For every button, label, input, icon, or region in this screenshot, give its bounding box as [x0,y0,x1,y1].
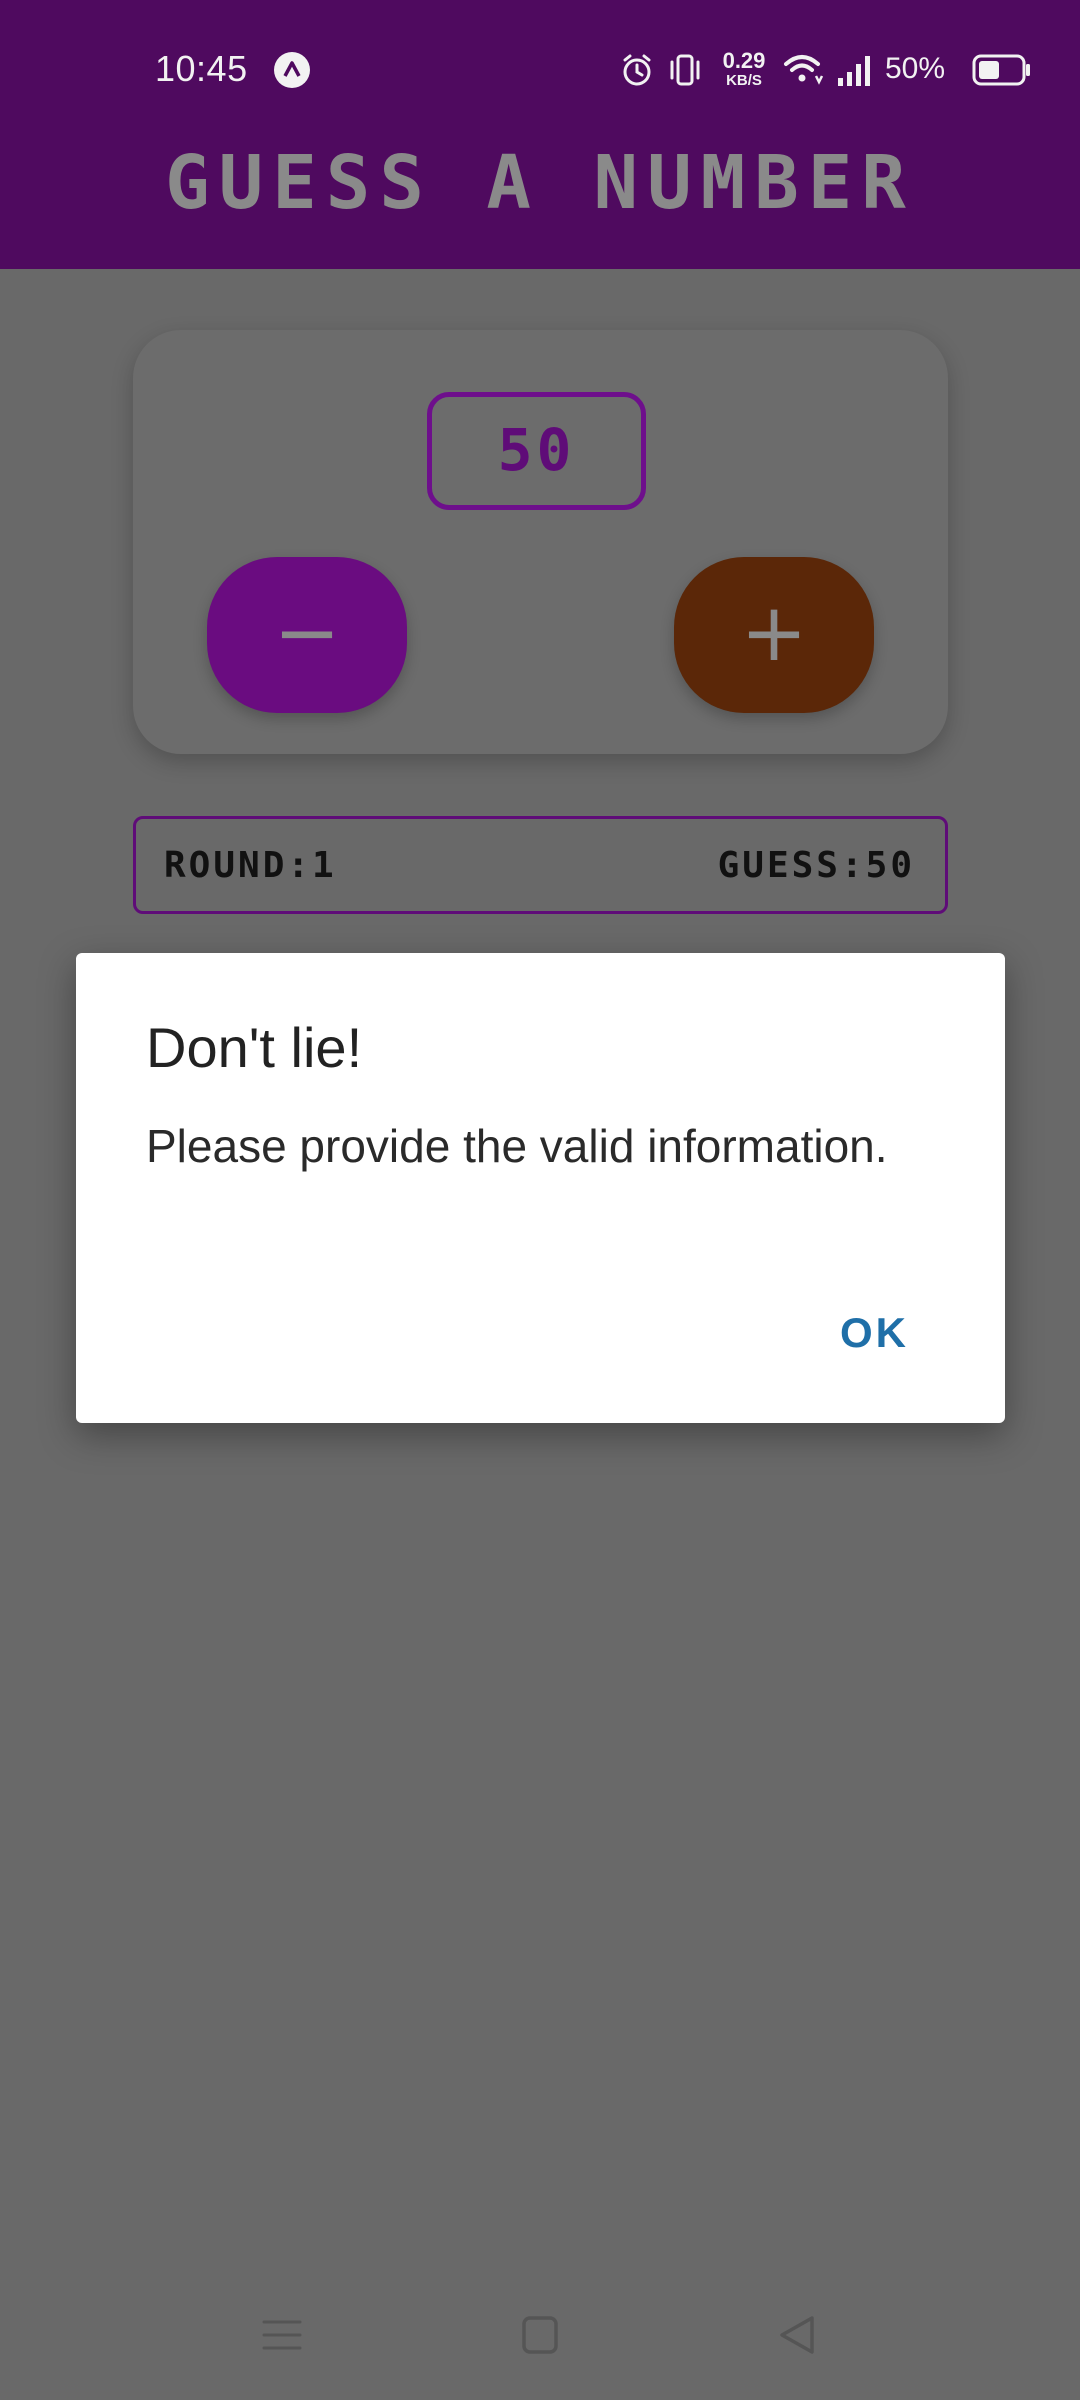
battery-percent: 50% [885,52,946,85]
app-notification-icon [274,52,310,88]
system-nav-bar [0,2290,1080,2380]
menu-icon[interactable] [252,2312,312,2358]
minus-icon: − [273,586,341,679]
round-log-item: ROUND:1 GUESS:50 [133,816,948,914]
app-header: 10:45 0.29 KB/S 50% GUESS A NUMBER [0,0,1080,269]
dialog-title: Don't lie! [146,1016,363,1079]
ok-button[interactable]: OK [830,1303,919,1363]
home-icon[interactable] [510,2312,570,2358]
battery-icon [972,54,1030,86]
vibrate-icon [670,54,700,86]
signal-icon [838,56,870,86]
dialog-message: Please provide the valid information. [146,1120,888,1172]
status-time: 10:45 [155,48,248,89]
alert-dialog: Don't lie! Please provide the valid info… [76,953,1005,1423]
alarm-icon [623,54,651,86]
lower-button[interactable]: − [207,557,407,713]
plus-icon: + [740,586,808,679]
current-guess-display: 50 [427,392,646,510]
network-speed: 0.29 KB/S [716,48,772,89]
guess-card: 50 − + [133,330,948,754]
round-label: ROUND:1 [164,845,337,886]
higher-button[interactable]: + [674,557,874,713]
guess-label: GUESS:50 [717,845,915,886]
back-icon[interactable] [768,2312,828,2358]
status-icons: 0.29 KB/S 50% [600,48,1080,92]
network-speed-unit: KB/S [726,72,762,89]
wifi-icon [784,55,824,85]
app-title: GUESS A NUMBER [165,140,915,226]
network-speed-value: 0.29 [722,48,766,73]
status-bar: 10:45 0.29 KB/S 50% [0,0,1080,140]
